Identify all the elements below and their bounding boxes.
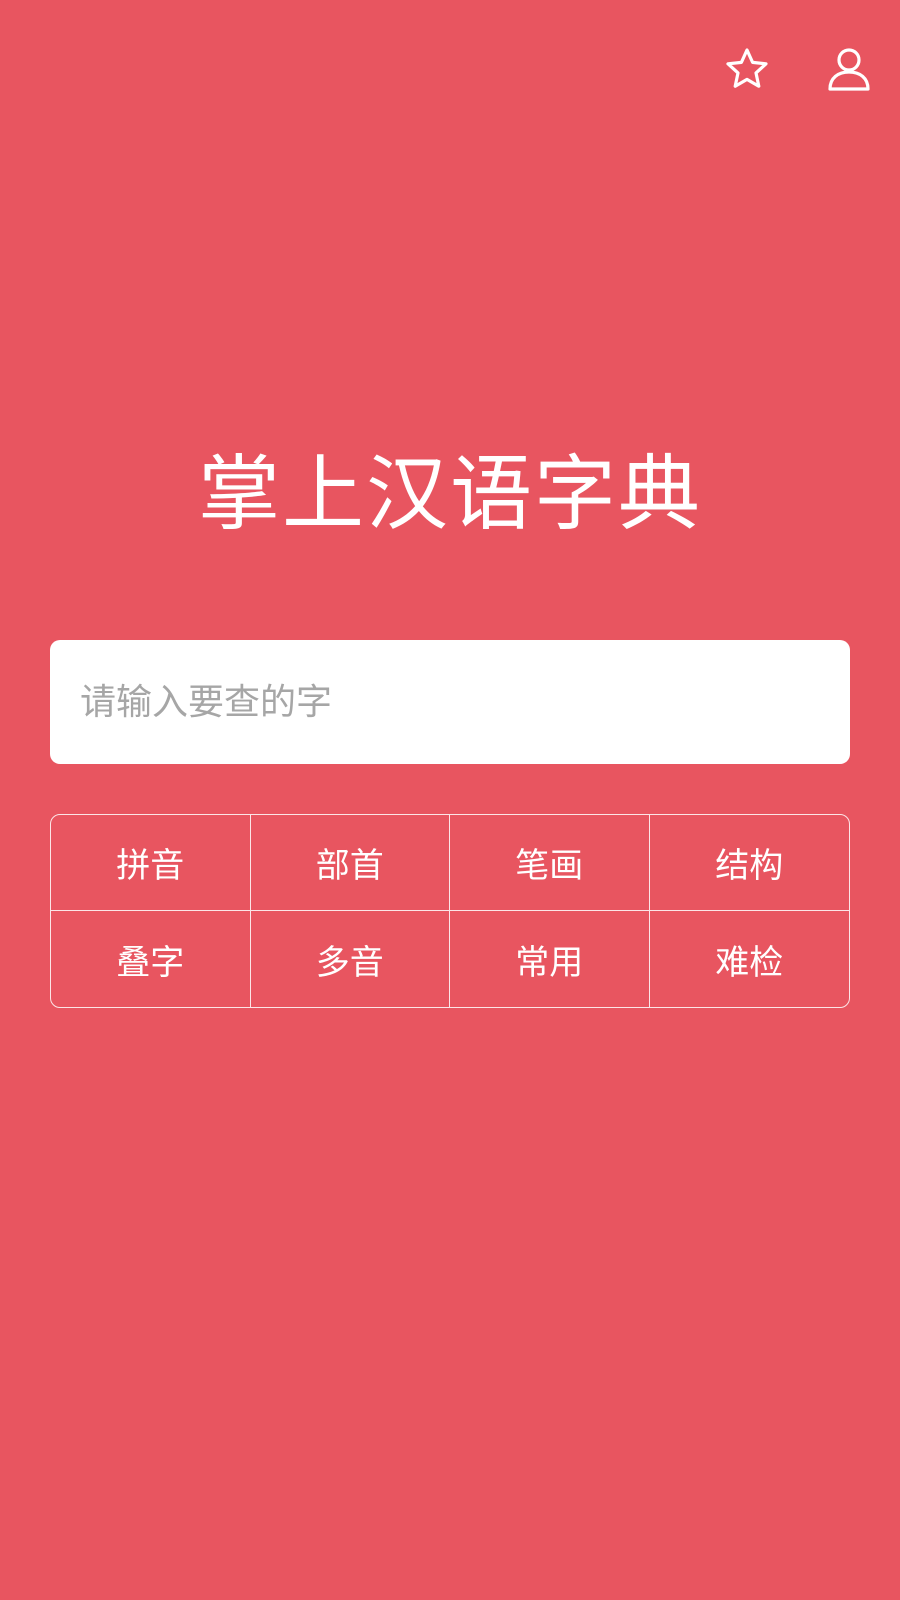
search-input[interactable]: [78, 680, 822, 724]
profile-button[interactable]: [824, 44, 874, 94]
category-polyphonic[interactable]: 多音: [251, 911, 450, 1007]
category-pinyin[interactable]: 拼音: [51, 815, 251, 911]
search-box[interactable]: [50, 640, 850, 764]
app-title: 掌上汉语字典: [197, 447, 702, 542]
category-hard-to-find[interactable]: 难检: [650, 911, 850, 1007]
category-reduplicated[interactable]: 叠字: [51, 911, 251, 1007]
category-strokes[interactable]: 笔画: [450, 815, 650, 911]
top-toolbar: [722, 44, 874, 94]
favorites-button[interactable]: [722, 44, 772, 94]
user-icon: [828, 48, 870, 91]
category-structure[interactable]: 结构: [649, 815, 849, 911]
category-grid: 拼音 部首 笔画 结构 叠字 多音 常用 难检: [50, 814, 850, 1008]
category-radical[interactable]: 部首: [250, 815, 450, 911]
star-icon: [726, 48, 768, 88]
category-common[interactable]: 常用: [450, 911, 650, 1007]
